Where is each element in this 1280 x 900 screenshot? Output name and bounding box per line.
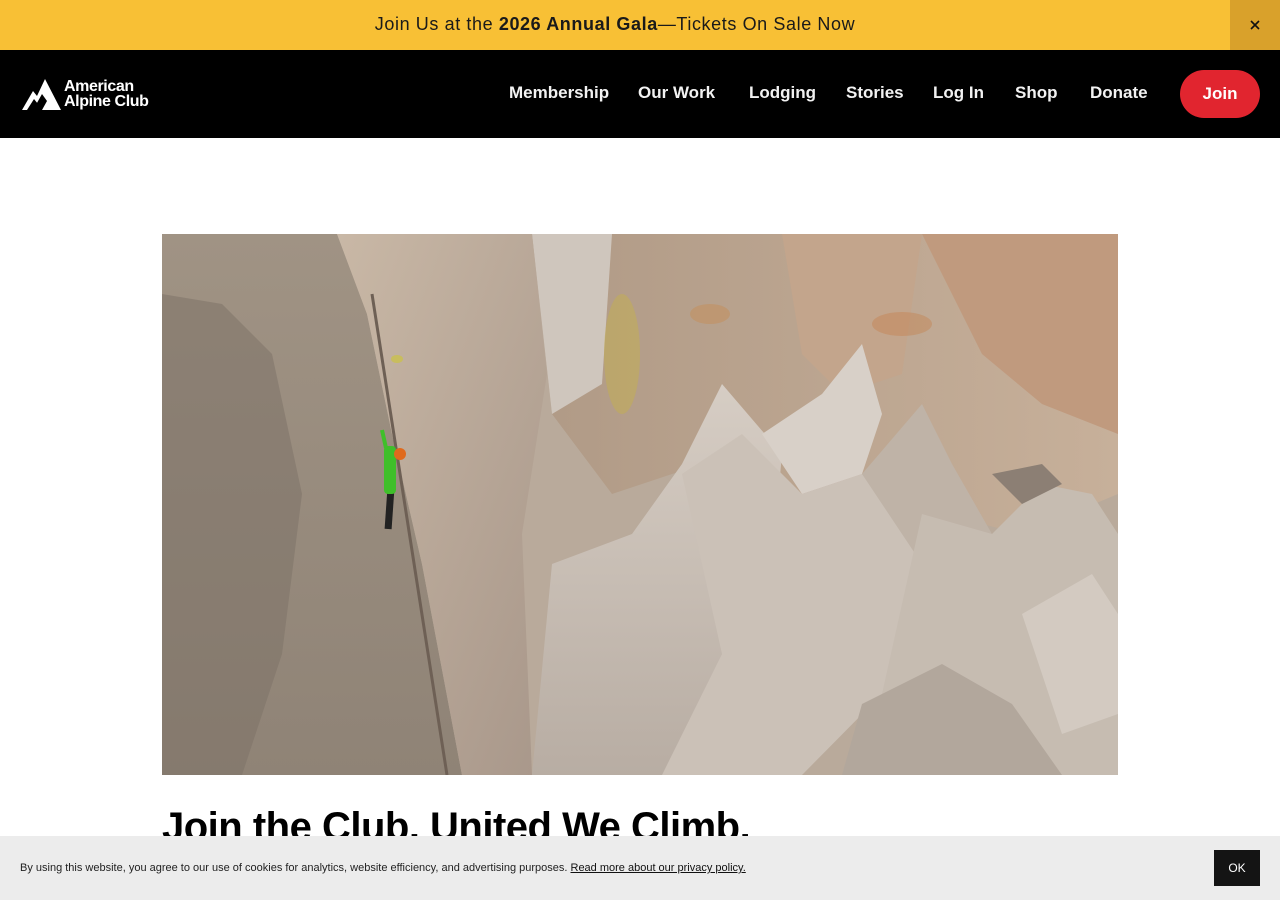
main-nav: Membership Our Work Lodging Stories Log … xyxy=(0,50,1280,138)
cookie-banner: By using this website, you agree to our … xyxy=(0,836,1280,900)
cookie-ok-button[interactable]: OK xyxy=(1214,850,1260,886)
climber-photo xyxy=(162,234,1118,775)
close-icon xyxy=(1250,20,1260,30)
nav-shop[interactable]: Shop xyxy=(1015,82,1058,104)
nav-stories[interactable]: Stories xyxy=(846,82,904,104)
nav-membership[interactable]: Membership xyxy=(509,82,609,104)
nav-donate[interactable]: Donate xyxy=(1090,82,1148,104)
hero-image xyxy=(162,234,1118,775)
banner-close-button[interactable] xyxy=(1230,0,1280,50)
nav-lodging[interactable]: Lodging xyxy=(749,82,816,104)
announcement-text[interactable]: Join Us at the 2026 Annual Gala—Tickets … xyxy=(0,0,1230,50)
announcement-prefix: Join Us at the xyxy=(374,14,499,34)
announcement-suffix: —Tickets On Sale Now xyxy=(657,14,856,34)
announcement-highlight: 2026 Annual Gala xyxy=(498,14,658,34)
privacy-policy-link[interactable]: Read more about our privacy policy. xyxy=(571,862,746,874)
cookie-text: By using this website, you agree to our … xyxy=(20,862,571,874)
join-button[interactable]: Join xyxy=(1180,70,1260,118)
cookie-message: By using this website, you agree to our … xyxy=(20,836,746,900)
nav-our-work[interactable]: Our Work xyxy=(638,82,715,104)
nav-log-in[interactable]: Log In xyxy=(933,82,984,104)
announcement-banner: Join Us at the 2026 Annual Gala—Tickets … xyxy=(0,0,1280,50)
site-header: American Alpine Club Membership Our Work… xyxy=(0,50,1280,138)
